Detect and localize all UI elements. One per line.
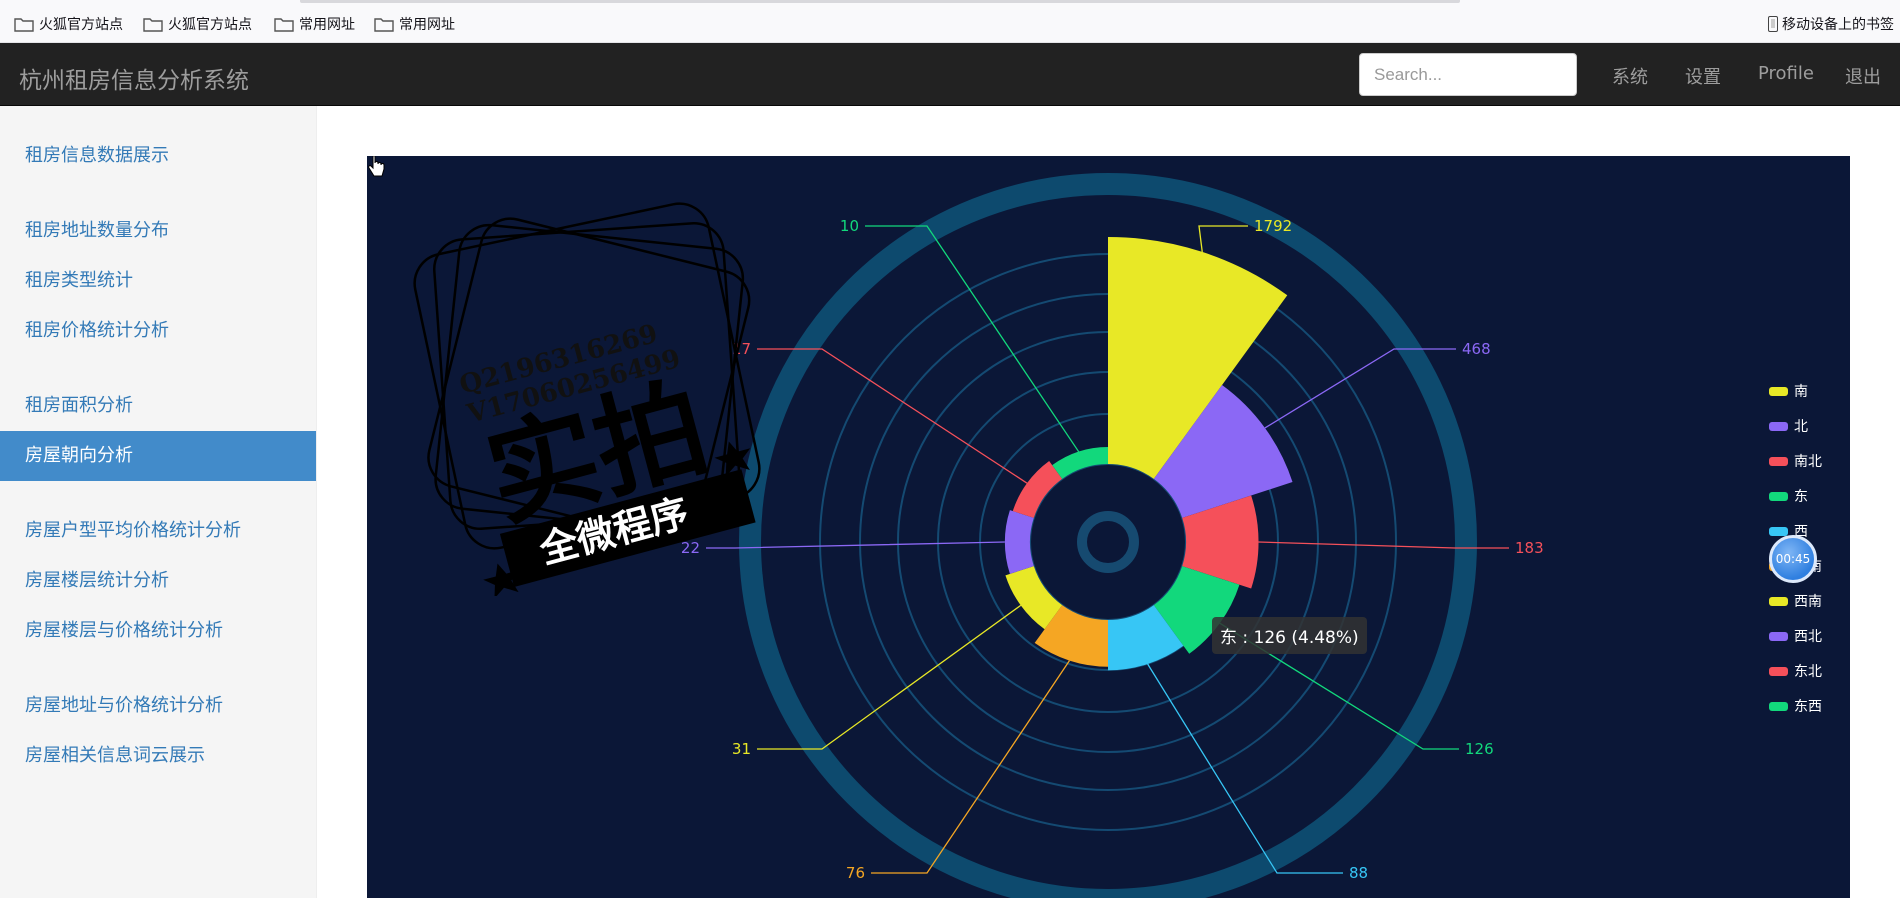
sidebar: 租房信息数据展示 租房地址数量分布 租房类型统计 租房价格统计分析 租房面积分析…	[0, 106, 317, 898]
rose-slice	[1052, 447, 1108, 479]
top-navbar: 杭州租房信息分析系统 系统 设置 Profile 退出	[0, 43, 1900, 106]
chart-tooltip: 东 : 126 (4.48%)	[1212, 617, 1367, 654]
slice-value-label: 88	[1349, 864, 1368, 882]
slice-value-label: 468	[1462, 340, 1491, 358]
rose-slice	[1004, 510, 1034, 574]
legend-swatch	[1769, 491, 1788, 501]
folder-icon	[143, 17, 163, 32]
legend-swatch	[1769, 386, 1788, 396]
bookmark-label: 常用网址	[399, 17, 455, 33]
nav-link-profile[interactable]: Profile	[1758, 63, 1814, 84]
folder-icon	[14, 17, 34, 32]
folder-icon	[274, 17, 294, 32]
legend-item[interactable]: 东西	[1769, 697, 1822, 715]
legend-label: 东	[1794, 489, 1808, 505]
sidebar-item[interactable]: 租房信息数据展示	[0, 131, 316, 181]
mobile-bookmarks[interactable]: 移动设备上的书签	[1768, 15, 1894, 33]
legend-item[interactable]: 西北	[1769, 627, 1822, 645]
sidebar-item[interactable]: 租房地址数量分布	[0, 206, 316, 256]
slice-value-label: 183	[1515, 539, 1544, 557]
search-input[interactable]	[1359, 53, 1577, 96]
sidebar-item[interactable]: 房屋户型平均价格统计分析	[0, 506, 316, 556]
legend-swatch	[1769, 596, 1788, 606]
folder-icon	[374, 17, 394, 32]
bookmarks-bar: 火狐官方站点 火狐官方站点 常用网址 常用网址 移动设备上的书签	[0, 0, 1900, 43]
bookmark-item[interactable]: 常用网址	[274, 15, 355, 33]
tab-strip-edge	[300, 0, 1460, 3]
nav-link-logout[interactable]: 退出	[1845, 63, 1881, 89]
legend-swatch	[1769, 701, 1788, 711]
bookmark-item[interactable]: 火狐官方站点	[14, 15, 123, 33]
hand-cursor-icon	[368, 156, 385, 177]
grid-ring	[1029, 463, 1187, 621]
app-title[interactable]: 杭州租房信息分析系统	[19, 61, 249, 95]
slice-value-label: 10	[840, 217, 859, 235]
slice-value-label: 126	[1465, 740, 1494, 758]
chart-panel: 1792468183126887631221710 南北南北东西东南西南西北东北…	[367, 156, 1850, 898]
legend-label: 东北	[1794, 664, 1822, 680]
bookmark-item[interactable]: 火狐官方站点	[143, 15, 252, 33]
sidebar-item-active[interactable]: 房屋朝向分析	[0, 431, 316, 481]
legend-swatch	[1769, 456, 1788, 466]
sidebar-item[interactable]: 房屋相关信息词云展示	[0, 731, 316, 781]
slice-value-label: 22	[681, 539, 700, 557]
timer-badge[interactable]: 00:45	[1769, 535, 1817, 583]
legend-item[interactable]: 南北	[1769, 452, 1822, 470]
legend-swatch	[1769, 526, 1788, 536]
bookmark-label: 火狐官方站点	[168, 17, 252, 33]
legend-item[interactable]: 东	[1769, 487, 1808, 505]
slice-value-label: 1792	[1254, 217, 1292, 235]
leader-line	[1198, 225, 1248, 253]
nav-link-system[interactable]: 系统	[1612, 63, 1648, 89]
mobile-bookmarks-label: 移动设备上的书签	[1782, 17, 1894, 33]
legend-label: 南	[1794, 384, 1808, 400]
legend-swatch	[1769, 631, 1788, 641]
center-ring	[1077, 511, 1139, 573]
bookmark-item[interactable]: 常用网址	[374, 15, 455, 33]
legend-label: 西南	[1794, 594, 1822, 610]
legend-swatch	[1769, 666, 1788, 676]
sidebar-item[interactable]: 租房价格统计分析	[0, 306, 316, 356]
sidebar-item[interactable]: 租房面积分析	[0, 381, 316, 431]
sidebar-item[interactable]: 房屋地址与价格统计分析	[0, 681, 316, 731]
slice-value-label: 17	[732, 340, 751, 358]
legend-item[interactable]: 东北	[1769, 662, 1822, 680]
legend-label: 西北	[1794, 629, 1822, 645]
legend-item[interactable]: 北	[1769, 417, 1808, 435]
legend-item[interactable]: 西南	[1769, 592, 1822, 610]
nav-link-settings[interactable]: 设置	[1685, 63, 1721, 89]
legend-swatch	[1769, 421, 1788, 431]
legend-label: 东西	[1794, 699, 1822, 715]
phone-icon	[1768, 16, 1778, 32]
sidebar-item[interactable]: 租房类型统计	[0, 256, 316, 306]
bookmark-label: 火狐官方站点	[39, 17, 123, 33]
slice-value-label: 31	[732, 740, 751, 758]
sidebar-item[interactable]: 房屋楼层与价格统计分析	[0, 606, 316, 656]
slice-value-label: 76	[846, 864, 865, 882]
legend-label: 南北	[1794, 454, 1822, 470]
rose-chart: 1792 468 183 126 88 76 31 22 17 10	[681, 173, 1544, 898]
legend-label: 北	[1794, 419, 1808, 435]
bookmark-label: 常用网址	[299, 17, 355, 33]
sidebar-item[interactable]: 房屋楼层统计分析	[0, 556, 316, 606]
legend-item[interactable]: 南	[1769, 382, 1808, 400]
